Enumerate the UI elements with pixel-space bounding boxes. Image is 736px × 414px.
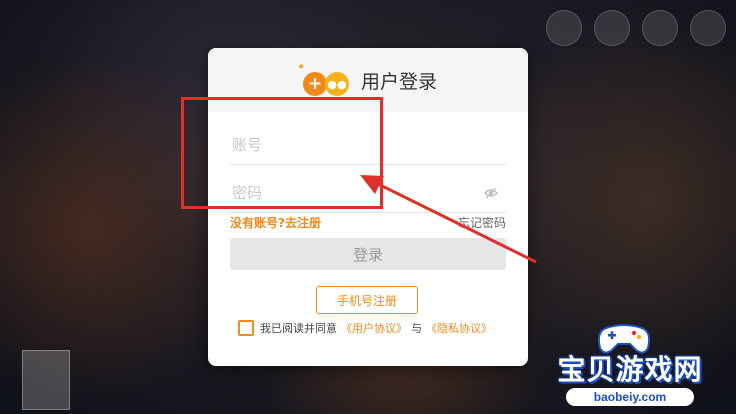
watermark-title: 宝贝游戏网 (557, 353, 703, 386)
dialog-title: 用户登录 (360, 70, 437, 93)
top-toolbar (546, 10, 726, 46)
forgot-password-link[interactable]: 忘记密码 (458, 214, 506, 231)
account-input[interactable] (230, 135, 464, 155)
dialog-header: ✦ + ●● 用户登录 (208, 48, 528, 112)
password-field (230, 174, 506, 213)
site-watermark: 宝贝游戏网 baobeiy.com (530, 322, 735, 412)
app-logo-icon: ✦ + ●● (297, 62, 351, 98)
user-agreement-link[interactable]: 《用户协议》 (341, 320, 407, 336)
register-link[interactable]: 没有账号?去注册 (230, 214, 321, 231)
phone-register-button[interactable]: 手机号注册 (316, 286, 418, 314)
toolbar-icon-2[interactable] (594, 10, 630, 46)
login-button[interactable]: 登录 (230, 238, 506, 270)
agreement-row: 我已阅读并同意 《用户协议》 与 《隐私协议》 (238, 320, 492, 336)
privacy-agreement-link[interactable]: 《隐私协议》 (426, 320, 492, 336)
toolbar-icon-4[interactable] (690, 10, 726, 46)
age-rating-badge (22, 350, 70, 410)
account-field (230, 126, 506, 165)
eye-toggle-icon[interactable] (484, 186, 498, 200)
password-input[interactable] (230, 183, 464, 203)
link-row: 没有账号?去注册 忘记密码 (230, 214, 506, 231)
and-text: 与 (411, 322, 422, 335)
login-dialog: ✦ + ●● 用户登录 没有账号?去注册 忘记密码 登录 手机号注册 我已阅读并… (208, 48, 528, 366)
agree-text: 我已阅读并同意 (260, 322, 337, 335)
agree-checkbox[interactable] (238, 320, 254, 336)
toolbar-icon-1[interactable] (546, 10, 582, 46)
toolbar-icon-3[interactable] (642, 10, 678, 46)
watermark-url: baobeiy.com (566, 388, 694, 406)
